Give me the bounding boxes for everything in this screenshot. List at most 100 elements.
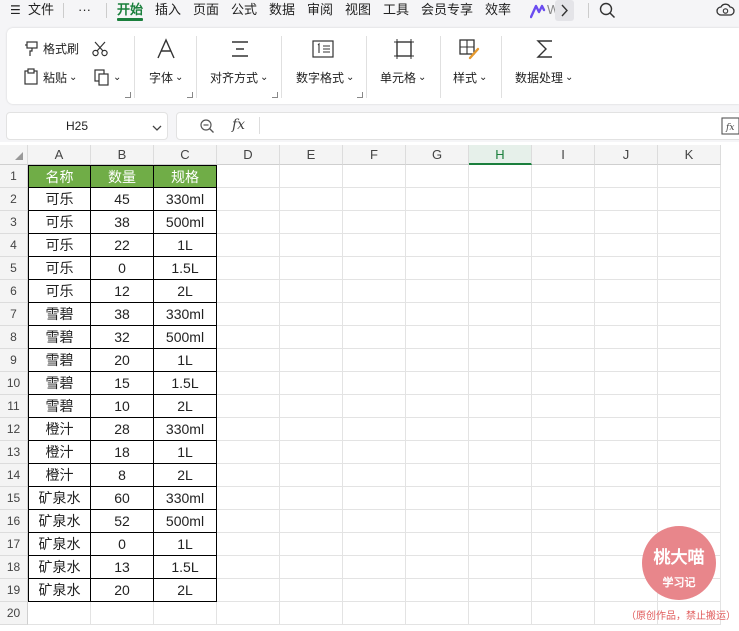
grid-cell[interactable] xyxy=(280,487,343,510)
grid-cell[interactable] xyxy=(343,372,406,395)
grid-cell[interactable] xyxy=(469,372,532,395)
grid-cell[interactable] xyxy=(595,464,658,487)
grid-cell[interactable] xyxy=(343,510,406,533)
grid-cell[interactable] xyxy=(532,372,595,395)
grid-cell[interactable]: 0 xyxy=(91,257,154,280)
grid-cell[interactable] xyxy=(406,441,469,464)
grid-cell[interactable] xyxy=(217,303,280,326)
tab-view[interactable]: 视图 xyxy=(345,2,371,18)
column-header-k[interactable]: K xyxy=(658,145,721,165)
copy-icon[interactable] xyxy=(93,68,111,91)
grid-cell[interactable] xyxy=(406,464,469,487)
grid-cell[interactable] xyxy=(217,165,280,188)
column-header-b[interactable]: B xyxy=(91,145,154,165)
grid-cell[interactable] xyxy=(343,533,406,556)
grid-cell[interactable] xyxy=(469,349,532,372)
grid-cell[interactable] xyxy=(469,280,532,303)
grid-cell[interactable]: 38 xyxy=(91,211,154,234)
grid-cell[interactable] xyxy=(658,188,721,211)
grid-cell[interactable] xyxy=(469,257,532,280)
grid-cell[interactable]: 矿泉水 xyxy=(28,510,91,533)
grid-cell[interactable]: 45 xyxy=(91,188,154,211)
grid-cell[interactable] xyxy=(406,556,469,579)
grid-cell[interactable] xyxy=(595,487,658,510)
grid-cell[interactable] xyxy=(658,303,721,326)
grid-cell[interactable] xyxy=(343,602,406,625)
select-all-corner[interactable] xyxy=(0,145,28,165)
sum-icon[interactable] xyxy=(535,38,555,65)
row-header-10[interactable]: 10 xyxy=(0,372,28,395)
grid-cell[interactable] xyxy=(469,464,532,487)
insert-function-icon[interactable]: fx xyxy=(721,117,739,140)
data-processing-label[interactable]: 数据处理 xyxy=(515,71,563,85)
grid-cell[interactable] xyxy=(595,188,658,211)
grid-cell[interactable] xyxy=(217,188,280,211)
grid-cell[interactable] xyxy=(532,487,595,510)
grid-cell[interactable] xyxy=(532,211,595,234)
grid-cell[interactable]: 可乐 xyxy=(28,280,91,303)
tab-formula[interactable]: 公式 xyxy=(231,2,257,18)
grid-cell[interactable] xyxy=(217,234,280,257)
grid-cell[interactable]: 22 xyxy=(91,234,154,257)
grid-cell[interactable]: 雪碧 xyxy=(28,303,91,326)
grid-cell[interactable] xyxy=(406,188,469,211)
grid-cell[interactable] xyxy=(469,303,532,326)
grid-cell[interactable]: 规格 xyxy=(154,165,217,188)
grid-cell[interactable] xyxy=(658,395,721,418)
tab-review[interactable]: 审阅 xyxy=(307,2,333,18)
row-header-17[interactable]: 17 xyxy=(0,533,28,556)
grid-cell[interactable] xyxy=(595,326,658,349)
grid-cell[interactable] xyxy=(532,395,595,418)
column-header-e[interactable]: E xyxy=(280,145,343,165)
grid-cell[interactable] xyxy=(406,487,469,510)
grid-cell[interactable] xyxy=(343,487,406,510)
grid-cell[interactable] xyxy=(217,556,280,579)
grid-cell[interactable] xyxy=(406,579,469,602)
grid-cell[interactable] xyxy=(280,464,343,487)
row-header-5[interactable]: 5 xyxy=(0,257,28,280)
row-header-8[interactable]: 8 xyxy=(0,326,28,349)
grid-cell[interactable] xyxy=(658,165,721,188)
tab-tools[interactable]: 工具 xyxy=(383,2,409,18)
grid-cell[interactable] xyxy=(343,165,406,188)
grid-cell[interactable] xyxy=(343,464,406,487)
grid-cell[interactable] xyxy=(280,579,343,602)
clipboard-dialog-launcher[interactable] xyxy=(125,92,131,98)
grid-cell[interactable] xyxy=(280,510,343,533)
style-label[interactable]: 样式 xyxy=(453,71,477,85)
grid-cell[interactable] xyxy=(406,349,469,372)
grid-cell[interactable]: 可乐 xyxy=(28,234,91,257)
paste-icon[interactable] xyxy=(23,68,41,91)
grid-cell[interactable] xyxy=(406,533,469,556)
grid-cell[interactable]: 2L xyxy=(154,464,217,487)
grid-cell[interactable] xyxy=(280,326,343,349)
grid-cell[interactable] xyxy=(532,579,595,602)
column-header-d[interactable]: D xyxy=(217,145,280,165)
grid-cell[interactable] xyxy=(532,303,595,326)
grid-cell[interactable] xyxy=(343,234,406,257)
grid-cell[interactable]: 330ml xyxy=(154,303,217,326)
grid-cell[interactable] xyxy=(406,395,469,418)
grid-cell[interactable] xyxy=(595,395,658,418)
grid-cell[interactable] xyxy=(343,326,406,349)
grid-cell[interactable] xyxy=(343,211,406,234)
grid-cell[interactable]: 10 xyxy=(91,395,154,418)
row-header-1[interactable]: 1 xyxy=(0,165,28,188)
column-header-c[interactable]: C xyxy=(154,145,217,165)
grid-cell[interactable] xyxy=(532,326,595,349)
number-format-icon[interactable] xyxy=(312,40,334,63)
tab-data[interactable]: 数据 xyxy=(269,2,295,18)
row-header-19[interactable]: 19 xyxy=(0,579,28,602)
grid-cell[interactable] xyxy=(280,395,343,418)
grid-cell[interactable] xyxy=(469,441,532,464)
cloud-sync-icon[interactable] xyxy=(716,2,735,24)
grid-cell[interactable]: 1.5L xyxy=(154,257,217,280)
grid-cell[interactable] xyxy=(406,602,469,625)
grid-cell[interactable]: 雪碧 xyxy=(28,372,91,395)
grid-cell[interactable] xyxy=(532,510,595,533)
font-dialog-launcher[interactable] xyxy=(187,92,193,98)
row-header-6[interactable]: 6 xyxy=(0,280,28,303)
row-header-11[interactable]: 11 xyxy=(0,395,28,418)
grid-cell[interactable] xyxy=(595,303,658,326)
cell-label[interactable]: 单元格 xyxy=(380,71,416,85)
